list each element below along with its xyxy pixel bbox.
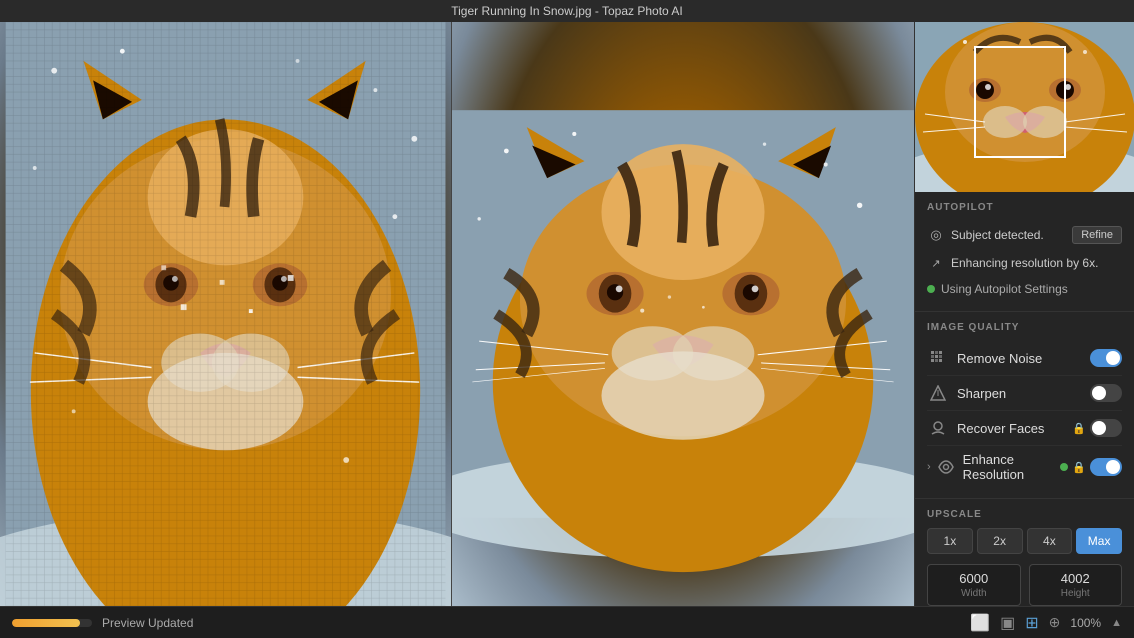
enhance-res-toggle[interactable] bbox=[1090, 458, 1122, 476]
chevron-icon: › bbox=[927, 461, 931, 473]
upscale-1x-button[interactable]: 1x bbox=[927, 528, 973, 554]
upscale-title: UPSCALE bbox=[927, 509, 1122, 520]
recover-faces-label: Recover Faces bbox=[957, 421, 1072, 436]
remove-noise-icon bbox=[927, 347, 949, 369]
before-image bbox=[0, 22, 451, 606]
height-box: 4002 Height bbox=[1029, 564, 1123, 606]
recover-faces-icon bbox=[927, 417, 949, 439]
enhance-res-label: Enhance Resolution bbox=[963, 452, 1061, 482]
enhance-res-lock-icon: 🔒 bbox=[1072, 461, 1086, 474]
title-bar: Tiger Running In Snow.jpg - Topaz Photo … bbox=[0, 0, 1134, 22]
remove-noise-toggle[interactable] bbox=[1090, 349, 1122, 367]
refine-button[interactable]: Refine bbox=[1072, 226, 1122, 244]
window-view-icon[interactable]: ⬜ bbox=[970, 613, 990, 633]
grid-view-icon[interactable]: ⊞ bbox=[1025, 613, 1038, 633]
height-label: Height bbox=[1038, 588, 1114, 599]
height-value: 4002 bbox=[1038, 571, 1114, 586]
progress-bar-container bbox=[12, 619, 92, 627]
image-quality-title: IMAGE QUALITY bbox=[927, 322, 1122, 333]
zoom-icon: ⊕ bbox=[1049, 614, 1061, 631]
autopilot-settings-row: Using Autopilot Settings bbox=[927, 277, 1122, 301]
remove-noise-label: Remove Noise bbox=[957, 351, 1090, 366]
upscale-buttons-group: 1x 2x 4x Max bbox=[927, 528, 1122, 554]
subject-detected-row: ◎ Subject detected. Refine bbox=[927, 221, 1122, 249]
width-label: Width bbox=[936, 588, 1012, 599]
sharpen-row: Sharpen bbox=[927, 376, 1122, 411]
image-quality-section: IMAGE QUALITY Remove Noise Sharpen bbox=[915, 312, 1134, 499]
remove-noise-slider bbox=[1090, 349, 1122, 367]
enhancing-text: Enhancing resolution by 6x. bbox=[951, 256, 1122, 270]
sharpen-slider bbox=[1090, 384, 1122, 402]
dimensions-area: 6000 Width 4002 Height bbox=[927, 564, 1122, 606]
recover-faces-slider bbox=[1090, 419, 1122, 437]
upscale-section: UPSCALE 1x 2x 4x Max 6000 Width 4002 Hei… bbox=[915, 499, 1134, 606]
subject-icon: ◎ bbox=[927, 226, 945, 244]
thumbnail-svg bbox=[915, 22, 1134, 192]
autopilot-section: AUTOPILOT ◎ Subject detected. Refine ↗ E… bbox=[915, 192, 1134, 312]
enhance-res-dot bbox=[1060, 463, 1068, 471]
sidebar: AUTOPILOT ◎ Subject detected. Refine ↗ E… bbox=[914, 22, 1134, 606]
main-content: AUTOPILOT ◎ Subject detected. Refine ↗ E… bbox=[0, 22, 1134, 606]
split-view-icon[interactable]: ▣ bbox=[1000, 613, 1015, 633]
sharpen-icon bbox=[927, 382, 949, 404]
width-value: 6000 bbox=[936, 571, 1012, 586]
after-panel bbox=[452, 22, 914, 606]
progress-bar-fill bbox=[12, 619, 80, 627]
zoom-arrow-icon[interactable]: ▲ bbox=[1111, 617, 1122, 629]
enhance-resolution-row: › Enhance Resolution 🔒 bbox=[927, 446, 1122, 488]
green-dot bbox=[927, 285, 935, 293]
before-panel bbox=[0, 22, 452, 606]
upscale-4x-button[interactable]: 4x bbox=[1027, 528, 1073, 554]
recover-faces-lock-icon: 🔒 bbox=[1072, 422, 1086, 435]
sharpen-toggle[interactable] bbox=[1090, 384, 1122, 402]
sharpen-label: Sharpen bbox=[957, 386, 1090, 401]
after-image bbox=[452, 22, 914, 606]
enhance-res-icon bbox=[935, 456, 957, 478]
after-tiger-svg bbox=[452, 22, 914, 606]
recover-faces-row: Recover Faces 🔒 bbox=[927, 411, 1122, 446]
thumbnail-area bbox=[915, 22, 1134, 192]
subject-text: Subject detected. bbox=[951, 228, 1072, 242]
remove-noise-row: Remove Noise bbox=[927, 341, 1122, 376]
autopilot-title: AUTOPILOT bbox=[927, 202, 1122, 213]
enhance-res-slider bbox=[1090, 458, 1122, 476]
enhance-icon: ↗ bbox=[927, 254, 945, 272]
enhancing-row: ↗ Enhancing resolution by 6x. bbox=[927, 249, 1122, 277]
status-bar: Preview Updated ⬜ ▣ ⊞ ⊕ 100% ▲ bbox=[0, 606, 1134, 638]
zoom-level: 100% bbox=[1070, 616, 1101, 630]
upscale-max-button[interactable]: Max bbox=[1076, 528, 1122, 554]
window-title: Tiger Running In Snow.jpg - Topaz Photo … bbox=[451, 4, 682, 18]
width-box: 6000 Width bbox=[927, 564, 1021, 606]
status-text: Preview Updated bbox=[102, 616, 970, 630]
before-tiger-svg bbox=[0, 22, 451, 606]
upscale-2x-button[interactable]: 2x bbox=[977, 528, 1023, 554]
recover-faces-toggle[interactable] bbox=[1090, 419, 1122, 437]
status-icons: ⬜ ▣ ⊞ ⊕ 100% ▲ bbox=[970, 613, 1122, 633]
thumbnail-image bbox=[915, 22, 1134, 192]
autopilot-settings-text: Using Autopilot Settings bbox=[941, 282, 1068, 296]
